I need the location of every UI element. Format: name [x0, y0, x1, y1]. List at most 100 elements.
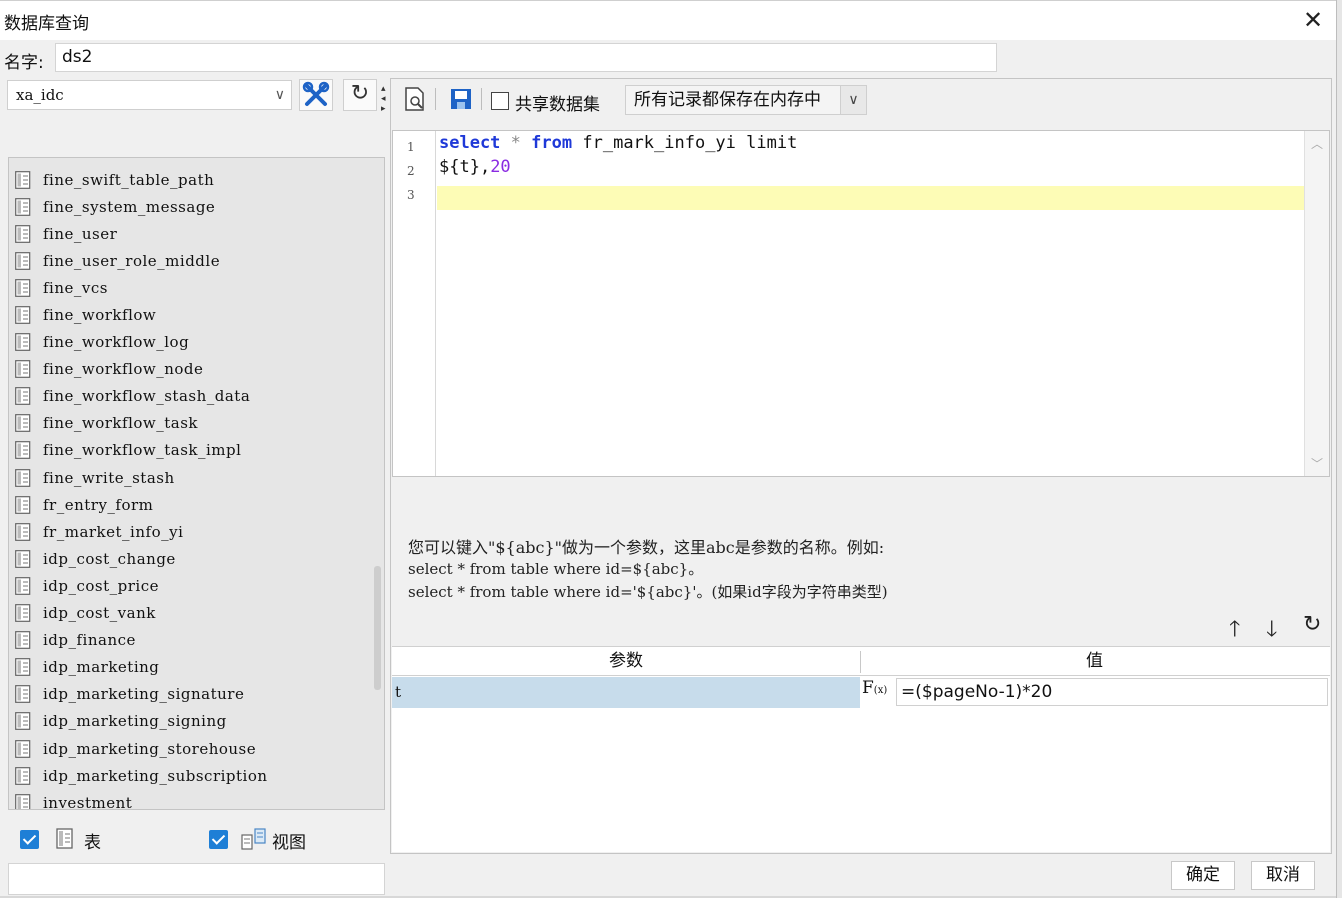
chevron-down-icon[interactable]: ∨	[275, 81, 285, 109]
table-name: investment	[43, 793, 133, 810]
line-number: 2	[407, 164, 415, 178]
window-title: 数据库查询	[4, 14, 89, 34]
refresh-tables-button[interactable]: ↻	[343, 79, 377, 111]
param-name-cell[interactable]: t	[392, 677, 860, 708]
code-line-1: select * from fr_mark_info_yi limit	[439, 133, 797, 153]
list-item[interactable]: idp_marketing_signature	[9, 681, 384, 708]
cache-mode-select[interactable]: 所有记录都保存在内存中 ∨	[625, 85, 867, 115]
connection-value: xa_idc	[16, 86, 64, 104]
list-item-partial	[9, 158, 384, 166]
table-name: fine_workflow	[43, 306, 157, 325]
list-item[interactable]: fine_user	[9, 220, 384, 247]
left-panel: xa_idc ∨ ↻ ▴ ◂ ▸ fine_swift_table_path fine…	[5, 78, 386, 895]
list-item[interactable]: fine_user_role_middle	[9, 247, 384, 274]
list-item[interactable]: idp_marketing_subscription	[9, 762, 384, 789]
current-line-highlight	[437, 186, 1305, 210]
table-name: idp_marketing_signature	[43, 685, 245, 704]
query-dialog: 名字: ds2 xa_idc ∨ ↻ ▴ ◂ ▸ fine_swift_table_…	[0, 40, 1342, 898]
table-icon	[15, 685, 31, 704]
views-checkbox[interactable]	[209, 830, 228, 849]
table-icon	[15, 197, 31, 216]
table-icon	[15, 604, 31, 622]
filter-bar: 表 视图	[8, 819, 385, 865]
table-icon	[15, 712, 31, 731]
refresh-params-icon[interactable]: ↻	[1303, 612, 1321, 637]
list-item[interactable]: fine_workflow_task_impl	[9, 437, 384, 464]
list-item[interactable]: fine_swift_table_path	[9, 166, 384, 193]
table-name: fine_workflow_stash_data	[43, 387, 251, 406]
list-item[interactable]: idp_cost_vank	[9, 600, 384, 627]
list-item[interactable]: fine_workflow_node	[9, 356, 384, 383]
cache-mode-value: 所有记录都保存在内存中	[634, 90, 821, 110]
sql-operator: *	[510, 133, 521, 153]
list-item[interactable]: idp_cost_change	[9, 545, 384, 572]
parameter-table: 参数 值 t F(x) =($pageNo-1)*20	[392, 646, 1330, 852]
table-icon	[15, 495, 31, 514]
list-item[interactable]: fine_workflow_stash_data	[9, 383, 384, 410]
table-name: idp_marketing_subscription	[43, 766, 268, 785]
list-item[interactable]: fr_entry_form	[9, 491, 384, 518]
sql-parameter: ${t},	[439, 157, 491, 177]
connection-settings-button[interactable]	[299, 79, 333, 111]
views-label: 视图	[272, 833, 306, 853]
close-icon[interactable]: ✕	[1298, 5, 1328, 35]
table-icon	[15, 414, 31, 433]
list-item[interactable]: idp_marketing	[9, 654, 384, 681]
save-icon[interactable]	[447, 85, 475, 113]
ok-button[interactable]: 确定	[1171, 861, 1235, 890]
table-icon	[15, 793, 31, 809]
sql-editor[interactable]: 1 2 3 select * from fr_mark_info_yi limi…	[392, 130, 1330, 477]
formula-icon[interactable]: F(x)	[862, 678, 894, 707]
table-icon	[15, 224, 31, 243]
toolbar-separator	[435, 88, 436, 110]
table-icon	[15, 360, 31, 379]
table-search-input[interactable]	[8, 863, 385, 895]
table-name: idp_marketing	[43, 658, 160, 677]
move-up-icon[interactable]: 🡑	[1229, 612, 1240, 650]
refresh-icon: ↻	[350, 81, 370, 106]
table-icon	[15, 441, 31, 460]
list-item[interactable]: fine_workflow_task	[9, 410, 384, 437]
cancel-button[interactable]: 取消	[1251, 861, 1315, 890]
table-name: fine_workflow_task	[43, 414, 198, 433]
list-item[interactable]: fine_write_stash	[9, 464, 384, 491]
list-item[interactable]: fr_market_info_yi	[9, 518, 384, 545]
list-scrollbar[interactable]	[374, 566, 381, 690]
table-icon	[15, 251, 31, 270]
table-icon	[15, 631, 31, 650]
table-name: fine_workflow_node	[43, 360, 204, 379]
list-item[interactable]: idp_marketing_storehouse	[9, 735, 384, 762]
query-toolbar: 共享数据集 所有记录都保存在内存中 ∨	[391, 79, 1331, 121]
column-header-value[interactable]: 值	[861, 647, 1328, 676]
list-item[interactable]: idp_cost_price	[9, 572, 384, 599]
parameter-table-header: 参数 值	[392, 647, 1330, 676]
table-list[interactable]: fine_swift_table_path fine_system_message…	[8, 157, 385, 810]
scroll-up-icon[interactable]: ︿	[1311, 135, 1323, 152]
list-item[interactable]: investment	[9, 789, 384, 810]
scroll-down-icon[interactable]: ﹀	[1311, 455, 1323, 472]
formula-sub: (x)	[873, 685, 888, 696]
column-header-param[interactable]: 参数	[392, 647, 860, 676]
toolbar-separator	[481, 88, 482, 110]
chevron-down-icon[interactable]: ∨	[840, 86, 866, 114]
table-name: idp_cost_vank	[43, 604, 156, 623]
list-item[interactable]: fine_workflow	[9, 301, 384, 328]
share-dataset-checkbox[interactable]	[491, 92, 509, 110]
connection-select[interactable]: xa_idc ∨	[7, 80, 292, 110]
param-value-field[interactable]: =($pageNo-1)*20	[896, 678, 1328, 706]
sql-keyword: from	[531, 133, 573, 153]
name-input[interactable]: ds2	[55, 43, 997, 72]
preview-icon[interactable]	[401, 85, 429, 113]
table-name: fr_entry_form	[43, 495, 154, 514]
list-item[interactable]: fine_workflow_log	[9, 329, 384, 356]
table-name: fine_workflow_task_impl	[43, 441, 242, 460]
move-down-icon[interactable]: 🡓	[1266, 612, 1277, 650]
list-item[interactable]: idp_finance	[9, 627, 384, 654]
tables-checkbox[interactable]	[20, 830, 39, 849]
splitter-arrows-icon[interactable]: ▴ ◂ ▸	[381, 84, 386, 114]
list-item[interactable]: fine_system_message	[9, 193, 384, 220]
list-item[interactable]: fine_vcs	[9, 274, 384, 301]
editor-scrollbar[interactable]: ︿ ﹀	[1304, 131, 1329, 476]
table-row[interactable]: t F(x) =($pageNo-1)*20	[392, 677, 1330, 708]
list-item[interactable]: idp_marketing_signing	[9, 708, 384, 735]
